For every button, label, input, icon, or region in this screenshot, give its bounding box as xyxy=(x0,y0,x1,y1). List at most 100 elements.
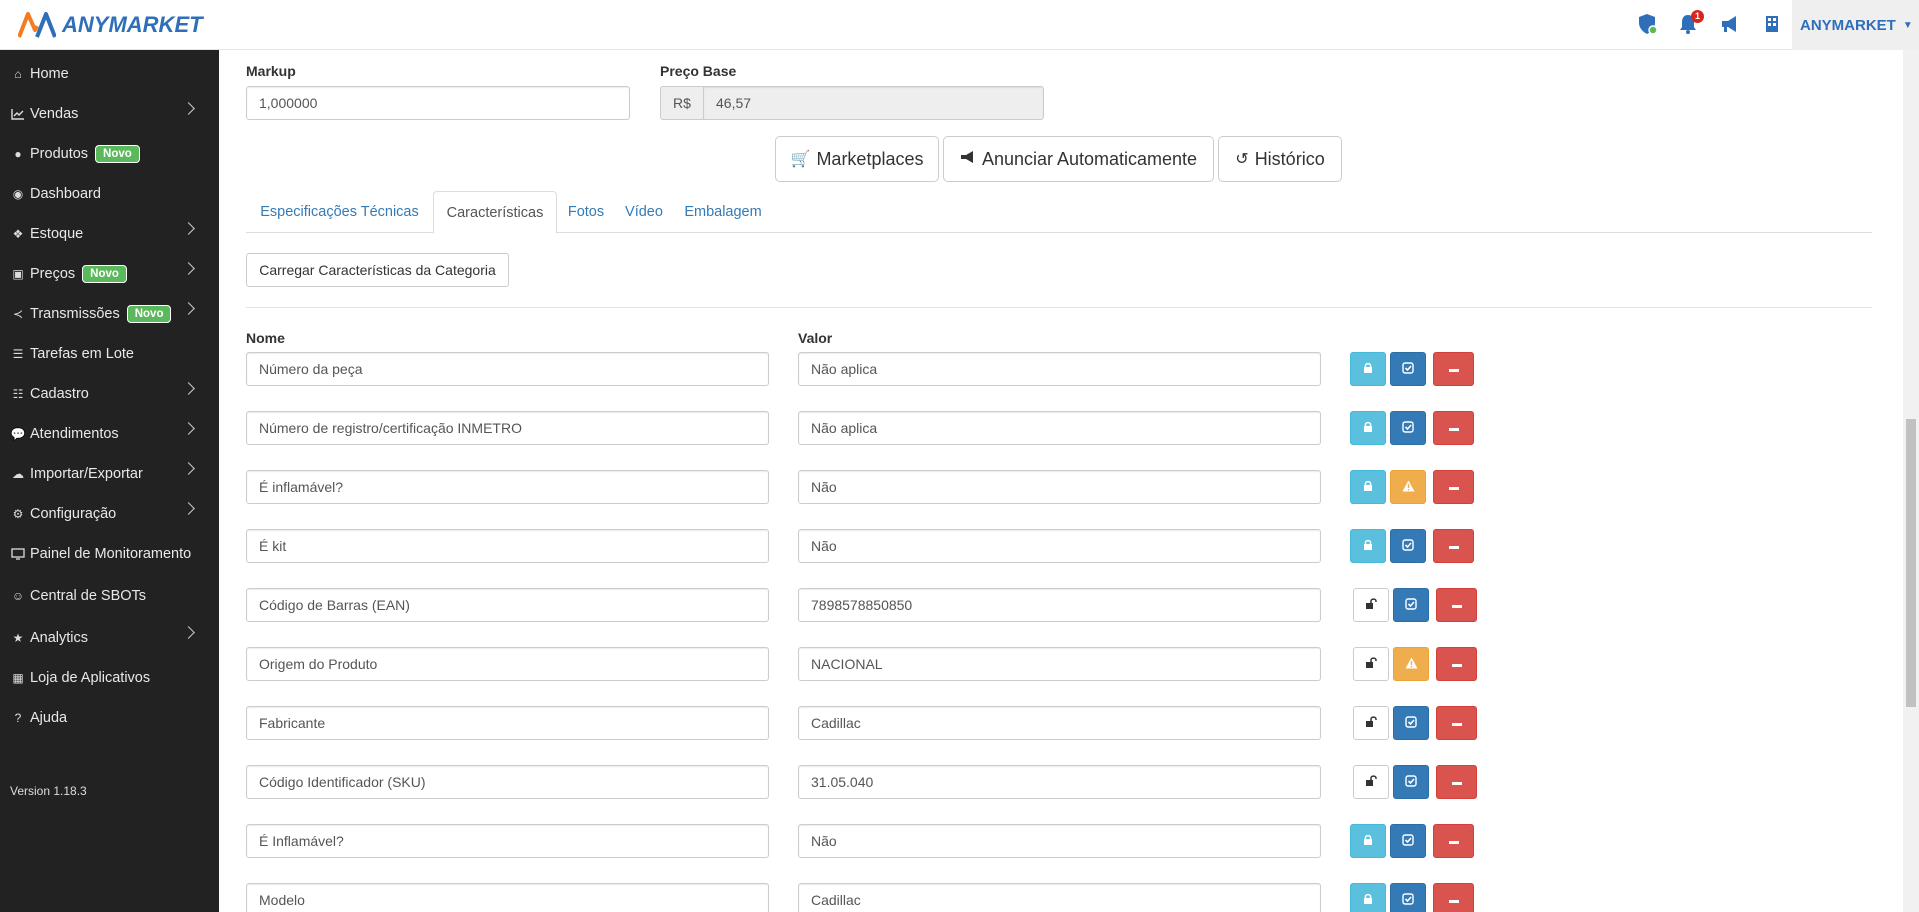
tab-caracteristicas[interactable]: Características xyxy=(433,191,557,234)
lock-button[interactable] xyxy=(1350,411,1386,445)
tab-especificacoes-tecnicas[interactable]: Especificações Técnicas xyxy=(246,191,433,233)
characteristic-value-input[interactable]: NACIONAL xyxy=(798,647,1321,681)
characteristic-name-input[interactable]: É kit xyxy=(246,529,769,563)
characteristic-value-input[interactable]: Não xyxy=(798,470,1321,504)
sidebar-item-cadastro[interactable]: ☷ Cadastro xyxy=(0,376,219,412)
characteristic-value-input[interactable]: Cadillac xyxy=(798,883,1321,912)
validate-button[interactable] xyxy=(1390,883,1426,912)
validate-button[interactable] xyxy=(1393,765,1429,799)
markup-input[interactable]: 1,000000 xyxy=(246,86,630,120)
unlock-button[interactable] xyxy=(1353,706,1389,740)
sidebar-item-importar-exportar[interactable]: ☁ Importar/Exportar xyxy=(0,456,219,492)
validate-button[interactable] xyxy=(1390,529,1426,563)
remove-button[interactable] xyxy=(1433,470,1474,504)
tab-video[interactable]: Vídeo xyxy=(615,191,673,233)
lock-button[interactable] xyxy=(1350,470,1386,504)
star-icon: ★ xyxy=(12,631,24,645)
lock-button[interactable] xyxy=(1350,824,1386,858)
warning-button[interactable] xyxy=(1390,470,1426,504)
characteristic-name-input[interactable]: Fabricante xyxy=(246,706,769,740)
characteristic-value-input[interactable]: Não aplica xyxy=(798,352,1321,386)
validate-button[interactable] xyxy=(1393,706,1429,740)
historico-button[interactable]: ↺ Histórico xyxy=(1218,136,1342,182)
characteristic-value-input[interactable]: Cadillac xyxy=(798,706,1321,740)
validate-button[interactable] xyxy=(1390,411,1426,445)
characteristic-name-input[interactable]: É Inflamável? xyxy=(246,824,769,858)
tabs-bar: Especificações Técnicas Características … xyxy=(246,191,1872,234)
user-menu-dropdown[interactable]: ANYMARKET ▼ xyxy=(1792,0,1919,50)
chevron-right-icon xyxy=(182,302,195,315)
unlock-icon xyxy=(1365,657,1377,671)
sidebar-item-configuracao[interactable]: ⚙ Configuração xyxy=(0,496,219,532)
building-icon[interactable] xyxy=(1761,13,1783,35)
warning-button[interactable] xyxy=(1393,647,1429,681)
tab-fotos[interactable]: Fotos xyxy=(557,191,615,233)
characteristic-name-input[interactable]: Número da peça xyxy=(246,352,769,386)
characteristic-value-input[interactable]: 7898578850850 xyxy=(798,588,1321,622)
unlock-button[interactable] xyxy=(1353,765,1389,799)
sidebar-item-painel-de-monitoramento[interactable]: Painel de Monitoramento xyxy=(0,536,219,572)
sidebar-item-vendas[interactable]: Vendas xyxy=(0,96,219,132)
remove-button[interactable] xyxy=(1436,647,1477,681)
sidebar-item-transmissoes[interactable]: ≺ Transmissões Novo xyxy=(0,296,219,332)
remove-button[interactable] xyxy=(1433,824,1474,858)
chart-line-icon xyxy=(10,108,26,120)
remove-button[interactable] xyxy=(1433,352,1474,386)
marketplaces-button[interactable]: 🛒 Marketplaces xyxy=(775,136,939,182)
sidebar-item-tarefas-em-lote[interactable]: ☰ Tarefas em Lote xyxy=(0,336,219,372)
characteristic-value: Cadillac xyxy=(811,892,861,908)
minus-icon xyxy=(1451,598,1462,612)
sidebar-item-loja-de-aplicativos[interactable]: ▦ Loja de Aplicativos xyxy=(0,660,219,696)
remove-button[interactable] xyxy=(1436,706,1477,740)
tab-embalagem[interactable]: Embalagem xyxy=(673,191,773,233)
sidebar-item-produtos[interactable]: ● Produtos Novo xyxy=(0,136,219,172)
validate-button[interactable] xyxy=(1390,352,1426,386)
characteristic-value-input[interactable]: Não xyxy=(798,824,1321,858)
lock-button[interactable] xyxy=(1350,883,1386,912)
remove-button[interactable] xyxy=(1433,883,1474,912)
characteristic-value: Não xyxy=(811,479,837,495)
characteristic-name-input[interactable]: É inflamável? xyxy=(246,470,769,504)
characteristic-name-input[interactable]: Origem do Produto xyxy=(246,647,769,681)
sidebar-item-central-de-sbots[interactable]: ☺ Central de SBOTs xyxy=(0,578,219,614)
characteristic-name-input[interactable]: Código Identificador (SKU) xyxy=(246,765,769,799)
unlock-icon xyxy=(1365,716,1377,730)
check-square-icon xyxy=(1402,833,1414,849)
scrollbar-thumb[interactable] xyxy=(1906,419,1916,707)
carregar-caracteristicas-button[interactable]: Carregar Características da Categoria xyxy=(246,253,509,287)
page-scrollbar[interactable] xyxy=(1903,50,1919,912)
validate-button[interactable] xyxy=(1390,824,1426,858)
sidebar-item-ajuda[interactable]: ? Ajuda xyxy=(0,700,219,736)
megaphone-icon[interactable] xyxy=(1719,13,1741,35)
remove-button[interactable] xyxy=(1433,529,1474,563)
new-badge: Novo xyxy=(82,265,127,283)
sidebar-item-analytics[interactable]: ★ Analytics xyxy=(0,620,219,656)
unlock-button[interactable] xyxy=(1353,588,1389,622)
characteristic-value-input[interactable]: Não aplica xyxy=(798,411,1321,445)
validate-button[interactable] xyxy=(1393,588,1429,622)
sidebar-item-estoque[interactable]: ❖ Estoque xyxy=(0,216,219,252)
shield-status-icon[interactable] xyxy=(1637,13,1659,35)
characteristic-name: Modelo xyxy=(259,892,305,908)
version-text: Version 1.18.3 xyxy=(10,784,87,798)
sidebar-item-home[interactable]: ⌂ Home xyxy=(0,56,219,92)
remove-button[interactable] xyxy=(1436,588,1477,622)
anunciar-automaticamente-button[interactable]: Anunciar Automaticamente xyxy=(943,136,1214,182)
lock-button[interactable] xyxy=(1350,352,1386,386)
remove-button[interactable] xyxy=(1433,411,1474,445)
bell-icon[interactable]: 1 xyxy=(1677,10,1704,35)
characteristic-value-input[interactable]: Não xyxy=(798,529,1321,563)
characteristic-name-input[interactable]: Código de Barras (EAN) xyxy=(246,588,769,622)
remove-button[interactable] xyxy=(1436,765,1477,799)
sidebar-item-dashboard[interactable]: ◉ Dashboard xyxy=(0,176,219,212)
sidebar-item-label: Estoque xyxy=(30,226,84,242)
characteristic-name-input[interactable]: Modelo xyxy=(246,883,769,912)
unlock-button[interactable] xyxy=(1353,647,1389,681)
brand-logo[interactable]: ANYMARKET xyxy=(18,10,203,40)
sidebar-item-atendimentos[interactable]: 💬 Atendimentos xyxy=(0,416,219,452)
sidebar-item-precos[interactable]: ▣ Preços Novo xyxy=(0,256,219,292)
characteristic-name-input[interactable]: Número de registro/certificação INMETRO xyxy=(246,411,769,445)
lock-button[interactable] xyxy=(1350,529,1386,563)
characteristic-value-input[interactable]: 31.05.040 xyxy=(798,765,1321,799)
grid-icon: ▦ xyxy=(12,671,24,685)
